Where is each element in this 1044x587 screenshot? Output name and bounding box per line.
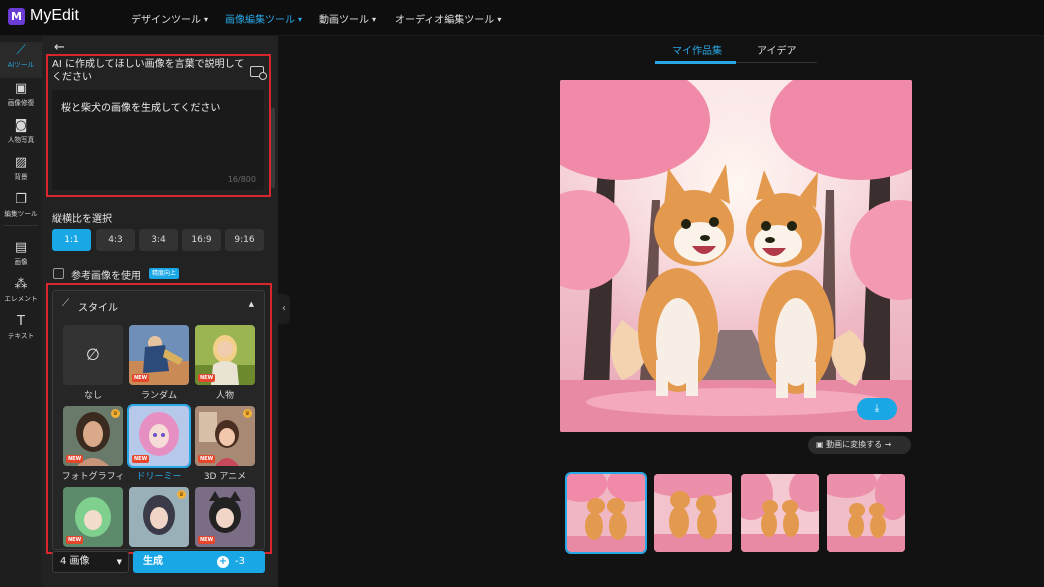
rail-label: 背景 — [14, 173, 28, 181]
nav-audio-tools[interactable]: オーディオ編集ツール ▾ — [395, 11, 501, 26]
rail-label: エレメント — [4, 295, 38, 303]
ratio-button-1-1[interactable]: 1:1 — [52, 229, 91, 251]
result-thumbnail[interactable] — [654, 474, 732, 552]
aspect-ratio-label: 縦横比を選択 — [52, 214, 112, 225]
download-button[interactable]: ⤓ — [857, 398, 897, 420]
ratio-button-9-16[interactable]: 9:16 — [225, 229, 264, 251]
myedit-logo-icon[interactable]: M — [8, 8, 25, 25]
highlight-frame-prompt — [46, 54, 271, 197]
nav-label: 動画ツール — [319, 15, 369, 26]
convert-to-video-button[interactable]: ▣ 動画に変換する → — [808, 436, 911, 454]
image-icon: ▤ — [14, 240, 28, 255]
rail-item-portrait[interactable]: ◙ 人物写真 — [0, 117, 42, 153]
tab-my-works[interactable]: マイ作品集 — [672, 42, 722, 57]
rail-label: AIツール — [7, 61, 35, 69]
thumbnail-image — [741, 474, 819, 552]
app-name[interactable]: MyEdit — [30, 7, 79, 25]
arrow-right-icon: → — [882, 440, 892, 449]
nav-label: 画像編集ツール — [225, 15, 295, 26]
reference-image-checkbox[interactable] — [53, 268, 64, 279]
ratio-button-3-4[interactable]: 3:4 — [139, 229, 178, 251]
back-arrow-icon[interactable]: ← — [54, 40, 65, 55]
rail-label: 画像 — [14, 258, 28, 266]
nav-design-tools[interactable]: デザインツール ▾ — [131, 11, 208, 26]
chevron-down-icon: ▾ — [497, 15, 502, 24]
rail-label: 編集ツール — [4, 210, 38, 218]
background-icon: ▨ — [14, 155, 28, 170]
rail-item-edit-tools[interactable]: ❐ 編集ツール — [0, 191, 42, 227]
nav-label: デザインツール — [131, 15, 201, 26]
thumbnail-image — [654, 474, 732, 552]
credit-cost: -3 — [235, 556, 245, 567]
download-icon: ⤓ — [874, 403, 880, 414]
rail-label: 画像修復 — [7, 99, 35, 107]
credit-icon: + — [217, 556, 229, 568]
tab-ideas[interactable]: アイデア — [757, 42, 797, 57]
rail-item-elements[interactable]: ⁂ エレメント — [0, 276, 42, 312]
rail-item-image[interactable]: ▤ 画像 — [0, 239, 42, 275]
video-icon: ▣ — [816, 440, 827, 449]
result-thumbnail[interactable] — [827, 474, 905, 552]
nav-image-tools[interactable]: 画像編集ツール ▾ — [225, 11, 302, 26]
thumbnail-image — [567, 474, 645, 552]
magic-wand-icon: ⟋ — [16, 43, 26, 58]
generate-label: 生成 — [143, 556, 163, 567]
elements-icon: ⁂ — [14, 277, 28, 292]
rail-item-background[interactable]: ▨ 背景 — [0, 154, 42, 190]
chevron-down-icon: ▼ — [116, 558, 122, 566]
image-repair-icon: ▣ — [14, 81, 28, 96]
ratio-button-16-9[interactable]: 16:9 — [182, 229, 221, 251]
convert-to-video-label: 動画に変換する — [826, 440, 883, 449]
top-nav-bar: M MyEdit デザインツール ▾ 画像編集ツール ▾ 動画ツール ▾ オーディオ編… — [0, 0, 1044, 36]
reference-image-label: 参考画像を使用 — [71, 271, 141, 282]
accuracy-badge: 精度向上 — [149, 268, 180, 279]
rail-divider — [4, 225, 38, 226]
rail-label: テキスト — [7, 332, 35, 340]
rail-item-ai-tools[interactable]: ⟋ AIツール — [0, 42, 42, 78]
rail-label: 人物写真 — [7, 136, 35, 144]
shiba-sakura-image — [560, 80, 912, 432]
rail-item-text[interactable]: T テキスト — [0, 313, 42, 349]
chevron-down-icon: ▾ — [298, 15, 303, 24]
nav-video-tools[interactable]: 動画ツール ▾ — [319, 11, 376, 26]
result-thumbnail[interactable] — [741, 474, 819, 552]
portrait-icon: ◙ — [14, 118, 28, 133]
result-thumbnail[interactable] — [565, 472, 647, 554]
text-icon: T — [17, 314, 25, 329]
collapse-panel-handle[interactable]: ‹ — [278, 294, 290, 324]
tool-rail: ⟋ AIツール ▣ 画像修復 ◙ 人物写真 ▨ 背景 ❐ 編集ツール ▤ 画像 … — [0, 36, 42, 587]
chevron-down-icon: ▾ — [204, 15, 209, 24]
active-tab-indicator — [655, 61, 736, 64]
rail-item-image-repair[interactable]: ▣ 画像修復 — [0, 80, 42, 116]
image-count-select[interactable]: 4 画像 ▼ — [52, 551, 129, 573]
chevron-down-icon: ▾ — [372, 15, 377, 24]
generate-button[interactable]: 生成 + -3 — [133, 551, 265, 573]
nav-label: オーディオ編集ツール — [395, 15, 495, 26]
panel-scrollbar[interactable] — [271, 108, 275, 188]
edit-tools-icon: ❐ — [15, 192, 27, 207]
highlight-frame-style — [46, 283, 272, 554]
thumbnail-image — [827, 474, 905, 552]
image-count-value: 4 画像 — [60, 556, 90, 567]
generated-image[interactable] — [560, 80, 912, 432]
ai-generator-panel: ← AI に作成してほしい画像を言葉で説明してください 桜と柴犬の画像を生成して… — [42, 36, 278, 587]
ratio-button-4-3[interactable]: 4:3 — [96, 229, 135, 251]
